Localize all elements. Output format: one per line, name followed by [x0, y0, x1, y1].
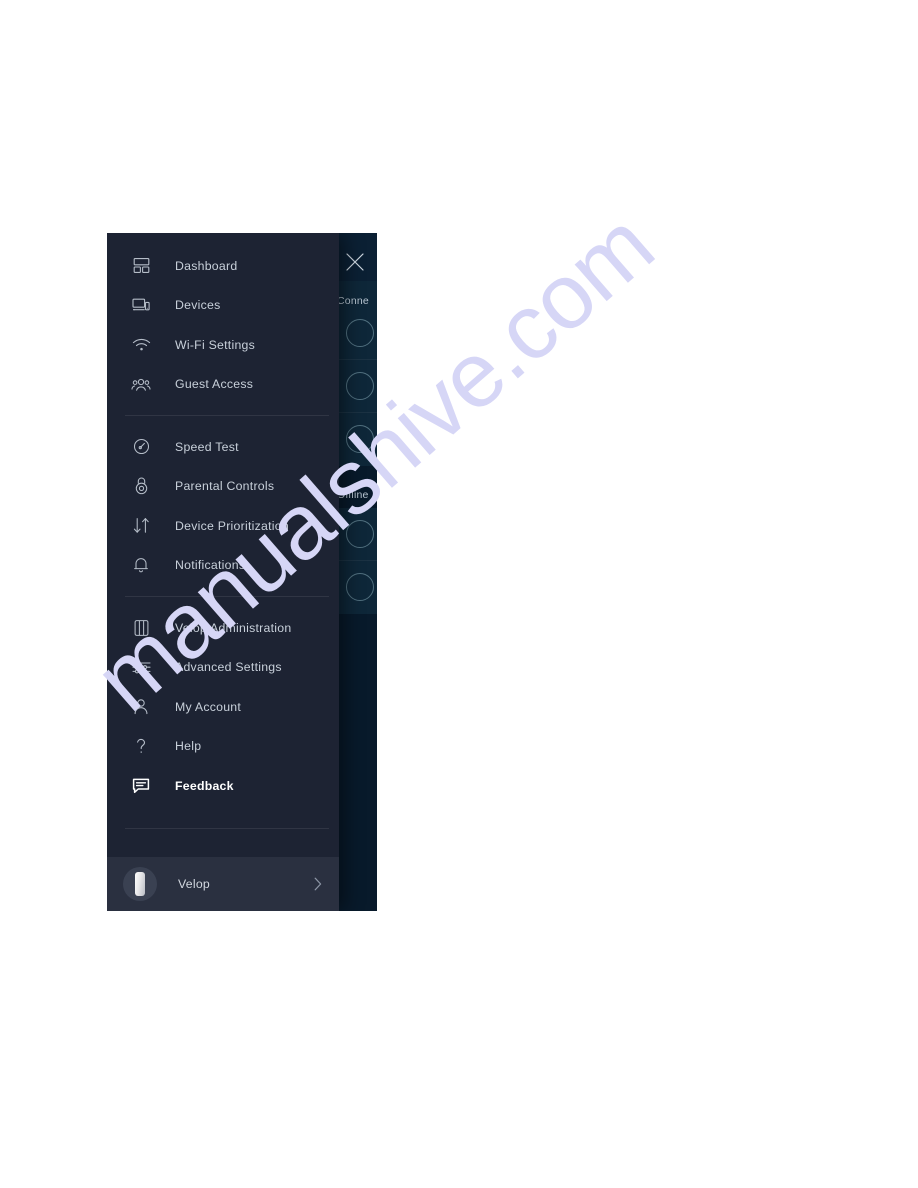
device-avatar-placeholder[interactable] [346, 372, 374, 400]
panel-divider-3 [337, 560, 377, 561]
panel-divider-2 [337, 412, 377, 413]
guest-users-icon [129, 372, 153, 396]
node-columns-icon [129, 616, 153, 640]
menu-item-feedback[interactable]: Feedback [107, 766, 339, 806]
chat-bubble-icon [129, 774, 153, 798]
menu-item-label: Guest Access [175, 377, 254, 392]
bell-icon [129, 553, 153, 577]
panel-bottom-strip [337, 614, 377, 911]
drawer-menu: Dashboard Devices Wi-Fi Settings Guest A… [107, 246, 339, 886]
current-device-label: Velop [178, 877, 211, 891]
menu-item-device-prioritization[interactable]: Device Prioritization [107, 506, 339, 546]
speedometer-icon [129, 435, 153, 459]
menu-divider-1 [125, 415, 329, 416]
menu-item-label: Devices [175, 298, 221, 313]
menu-item-velop-administration[interactable]: Velop Administration [107, 608, 339, 648]
menu-item-guest-access[interactable]: Guest Access [107, 365, 339, 405]
menu-item-speed-test[interactable]: Speed Test [107, 427, 339, 467]
person-icon [129, 695, 153, 719]
menu-item-help[interactable]: Help [107, 727, 339, 767]
menu-item-label: Dashboard [175, 258, 238, 273]
close-icon[interactable] [344, 251, 366, 273]
device-avatar-placeholder[interactable] [346, 425, 374, 453]
section-header-connected: Conne [337, 295, 369, 307]
menu-item-label: Help [175, 739, 202, 754]
navigation-drawer: Dashboard Devices Wi-Fi Settings Guest A… [107, 233, 339, 911]
sliders-icon [129, 655, 153, 679]
wifi-icon [129, 333, 153, 357]
menu-item-label: Parental Controls [175, 479, 275, 494]
device-avatar-placeholder[interactable] [346, 520, 374, 548]
menu-item-label: Device Prioritization [175, 518, 289, 533]
screenshot-frame: Conne Offline Dashboard Devices Wi-Fi Se… [107, 233, 377, 911]
menu-item-label: Speed Test [175, 439, 239, 454]
velop-node-icon [123, 867, 157, 901]
menu-item-label: Velop Administration [175, 620, 292, 635]
section-header-offline: Offline [337, 489, 369, 501]
devices-icon [129, 293, 153, 317]
menu-item-label: Notifications [175, 558, 246, 573]
menu-item-parental-controls[interactable]: Parental Controls [107, 467, 339, 507]
current-device-row[interactable]: Velop [107, 857, 339, 911]
menu-item-wifi-settings[interactable]: Wi-Fi Settings [107, 325, 339, 365]
menu-item-label: Feedback [175, 778, 234, 793]
menu-item-label: Advanced Settings [175, 660, 282, 675]
chevron-right-icon[interactable] [314, 877, 322, 891]
offline-strip [337, 466, 377, 508]
menu-item-dashboard[interactable]: Dashboard [107, 246, 339, 286]
menu-divider-3 [125, 827, 329, 829]
menu-item-devices[interactable]: Devices [107, 286, 339, 326]
menu-item-advanced-settings[interactable]: Advanced Settings [107, 648, 339, 688]
panel-divider-1 [337, 359, 377, 360]
menu-item-label: My Account [175, 699, 242, 714]
menu-divider-2 [125, 596, 329, 597]
menu-item-notifications[interactable]: Notifications [107, 546, 339, 586]
menu-item-my-account[interactable]: My Account [107, 687, 339, 727]
dashboard-icon [129, 254, 153, 278]
menu-item-label: Wi-Fi Settings [175, 337, 256, 352]
question-mark-icon [129, 734, 153, 758]
device-avatar-placeholder[interactable] [346, 573, 374, 601]
device-avatar-placeholder[interactable] [346, 319, 374, 347]
lock-icon [129, 474, 153, 498]
up-down-arrows-icon [129, 514, 153, 538]
